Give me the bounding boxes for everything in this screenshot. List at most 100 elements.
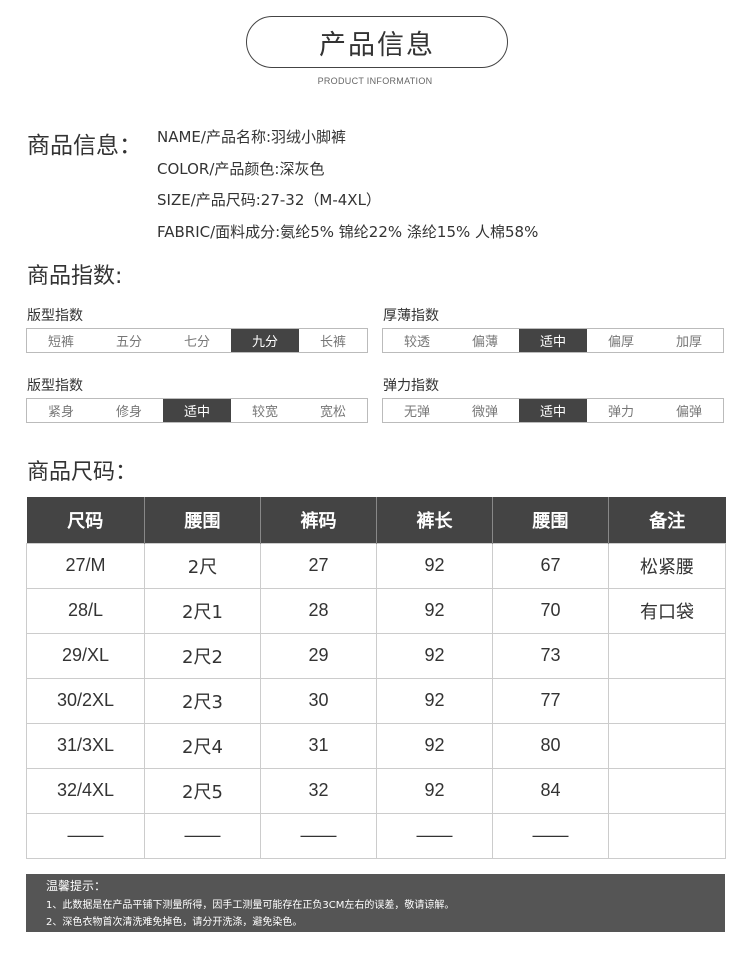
table-cell: 29/XL xyxy=(26,632,145,679)
tips-box: 温馨提示： 1、此数据是在产品平铺下测量所得，因手工测量可能存在正负3CM左右的… xyxy=(26,874,725,932)
table-cell xyxy=(608,677,726,724)
size-heading: 商品尺码： xyxy=(27,460,138,485)
index-option: 较宽 xyxy=(251,405,278,420)
page-title: 产品信息 xyxy=(319,29,435,61)
table-cell: —— xyxy=(26,812,145,859)
index-label-elasticity: 弹力指数 xyxy=(383,378,439,394)
table-cell: 92 xyxy=(376,587,493,634)
index-option: 七分 xyxy=(183,335,210,350)
table-cell: 92 xyxy=(376,722,493,769)
index-option: 五分 xyxy=(115,335,142,350)
info-name: NAME/产品名称:羽绒小脚裤 xyxy=(157,128,347,146)
table-cell: 92 xyxy=(376,632,493,679)
index-option: 偏弹 xyxy=(675,405,702,420)
info-heading: 商品信息： xyxy=(27,133,142,159)
index-option-selected: 适中 xyxy=(519,399,587,422)
table-cell: 73 xyxy=(492,632,609,679)
column-header: 裤长 xyxy=(376,497,493,543)
index-heading: 商品指数: xyxy=(27,264,123,289)
table-cell: 2尺1 xyxy=(144,587,261,634)
table-cell: 32 xyxy=(260,767,377,814)
table-row: 32/4XL 2尺5 32 92 84 xyxy=(26,767,726,814)
info-size: SIZE/产品尺码:27-32（M-4XL） xyxy=(157,191,381,209)
table-cell: —— xyxy=(376,812,493,859)
tips-title: 温馨提示： xyxy=(46,879,107,893)
table-cell: 30/2XL xyxy=(26,677,145,724)
index-option-selected: 九分 xyxy=(231,329,299,352)
table-row: 31/3XL 2尺4 31 92 80 xyxy=(26,722,726,769)
table-cell: 30 xyxy=(260,677,377,724)
table-cell: 2尺2 xyxy=(144,632,261,679)
index-option: 较透 xyxy=(403,335,430,350)
table-row: 30/2XL 2尺3 30 92 77 xyxy=(26,677,726,724)
table-cell: —— xyxy=(260,812,377,859)
table-cell: 27/M xyxy=(26,542,145,589)
table-cell: 32/4XL xyxy=(26,767,145,814)
page-subtitle: PRODUCT INFORMATION xyxy=(317,76,433,86)
column-header: 腰围 xyxy=(492,497,609,543)
column-header: 备注 xyxy=(608,497,726,543)
index-label-fit: 版型指数 xyxy=(27,308,83,324)
table-cell: 84 xyxy=(492,767,609,814)
table-cell: 70 xyxy=(492,587,609,634)
info-fabric: FABRIC/面料成分:氨纶5% 锦纶22% 涤纶15% 人棉58% xyxy=(157,222,539,241)
index-label-thickness: 厚薄指数 xyxy=(383,308,439,324)
index-option: 偏薄 xyxy=(471,335,498,350)
index-bar-cut: 紧身 修身 适中 较宽 宽松 xyxy=(26,398,368,423)
table-header-row: 尺码 腰围 裤码 裤长 腰围 备注 xyxy=(26,497,726,543)
page-title-pill: 产品信息 xyxy=(246,16,508,68)
table-cell xyxy=(608,722,726,769)
index-option: 紧身 xyxy=(47,405,74,420)
index-option-selected: 适中 xyxy=(519,329,587,352)
table-cell: 29 xyxy=(260,632,377,679)
table-cell: 31 xyxy=(260,722,377,769)
table-cell: 28/L xyxy=(26,587,145,634)
table-cell: 28 xyxy=(260,587,377,634)
index-bar-fit: 短裤 五分 七分 九分 长裤 xyxy=(26,328,368,353)
table-cell: 92 xyxy=(376,677,493,724)
table-cell xyxy=(608,812,726,859)
table-cell: 27 xyxy=(260,542,377,589)
table-cell: 92 xyxy=(376,542,493,589)
index-option: 无弹 xyxy=(403,405,430,420)
index-option: 宽松 xyxy=(319,405,346,420)
tips-line: 1、此数据是在产品平铺下测量所得，因手工测量可能存在正负3CM左右的误差，敬请谅… xyxy=(46,900,455,911)
index-option-selected: 适中 xyxy=(163,399,231,422)
index-bar-thickness: 较透 偏薄 适中 偏厚 加厚 xyxy=(382,328,724,353)
table-cell: 松紧腰 xyxy=(608,542,726,589)
table-cell: 2尺3 xyxy=(144,677,261,724)
info-list: NAME/产品名称:羽绒小脚裤 COLOR/产品颜色:深灰色 SIZE/产品尺码… xyxy=(157,126,538,252)
table-cell: 80 xyxy=(492,722,609,769)
table-cell: 2尺 xyxy=(144,542,261,589)
index-bar-elasticity: 无弹 微弹 适中 弹力 偏弹 xyxy=(382,398,724,423)
info-color: COLOR/产品颜色:深灰色 xyxy=(157,159,325,178)
column-header: 裤码 xyxy=(260,497,377,543)
index-option: 加厚 xyxy=(675,335,702,350)
tips-line: 2、深色衣物首次清洗难免掉色，请分开洗涤，避免染色。 xyxy=(46,917,303,928)
table-row: 28/L 2尺1 28 92 70 有口袋 xyxy=(26,587,726,634)
index-label-cut: 版型指数 xyxy=(27,378,83,394)
table-cell: 2尺4 xyxy=(144,722,261,769)
table-cell: 2尺5 xyxy=(144,767,261,814)
index-option: 长裤 xyxy=(319,335,346,350)
index-option: 微弹 xyxy=(471,405,498,420)
table-cell xyxy=(608,767,726,814)
column-header: 尺码 xyxy=(26,497,145,543)
table-cell: 77 xyxy=(492,677,609,724)
table-row: 27/M 2尺 27 92 67 松紧腰 xyxy=(26,542,726,589)
table-cell: 92 xyxy=(376,767,493,814)
table-cell: —— xyxy=(144,812,261,859)
table-cell: 31/3XL xyxy=(26,722,145,769)
index-option: 弹力 xyxy=(607,405,634,420)
table-row: 29/XL 2尺2 29 92 73 xyxy=(26,632,726,679)
table-row: —— —— —— —— —— xyxy=(26,812,726,859)
index-option: 修身 xyxy=(115,405,142,420)
index-option: 偏厚 xyxy=(607,335,634,350)
table-cell xyxy=(608,632,726,679)
column-header: 腰围 xyxy=(144,497,261,543)
table-cell: 有口袋 xyxy=(608,587,726,634)
index-option: 短裤 xyxy=(47,335,74,350)
table-cell: —— xyxy=(492,812,609,859)
size-table: 尺码 腰围 裤码 裤长 腰围 备注 27/M 2尺 27 92 67 松紧腰 2… xyxy=(26,497,726,859)
table-cell: 67 xyxy=(492,542,609,589)
